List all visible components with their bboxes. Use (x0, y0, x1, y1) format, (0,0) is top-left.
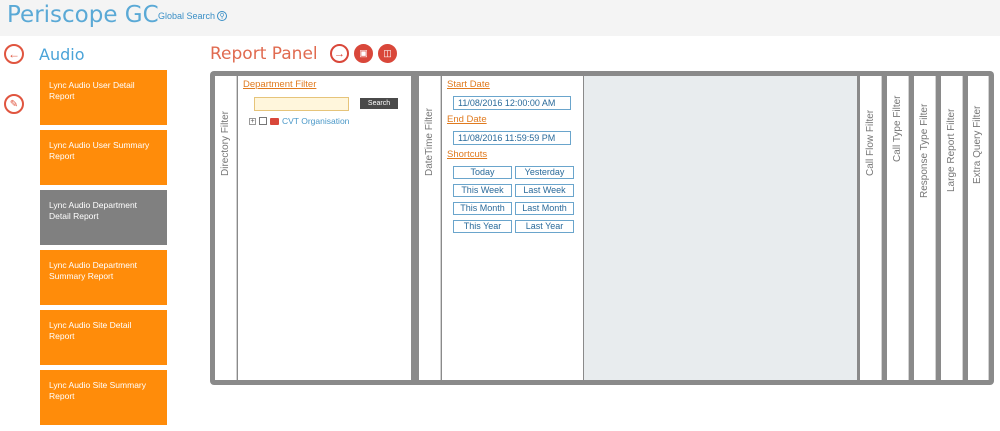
tree-root-label[interactable]: CVT Organisation (282, 116, 349, 126)
shortcut-last-year[interactable]: Last Year (515, 220, 574, 233)
arrow-left-icon: ← (8, 47, 20, 61)
shortcut-last-month[interactable]: Last Month (515, 202, 574, 215)
directory-filter-label: Directory Filter (219, 110, 231, 176)
end-date-label[interactable]: End Date (447, 114, 487, 125)
shortcuts-label: Shortcuts (447, 149, 488, 160)
large-report-filter-label: Large Report Filter (945, 108, 957, 192)
app-title: Periscope GC (7, 2, 159, 28)
report-item-department-summary[interactable]: Lync Audio Department Summary Report (40, 250, 167, 305)
save-icon: ▣ (359, 48, 368, 58)
report-panel: Directory Filter Department Filter Searc… (210, 71, 994, 385)
end-date-field[interactable]: 11/08/2016 11:59:59 PM (453, 131, 571, 145)
shortcut-this-week[interactable]: This Week (453, 184, 512, 197)
start-date-label[interactable]: Start Date (447, 79, 490, 90)
folder-icon (270, 117, 279, 125)
large-report-filter-tab[interactable]: Large Report Filter (941, 76, 963, 380)
report-item-site-summary[interactable]: Lync Audio Site Summary Report (40, 370, 167, 425)
shortcut-yesterday[interactable]: Yesterday (515, 166, 574, 179)
section-title: Audio (39, 45, 85, 64)
top-bar: Periscope GC Global Search ⚲ (0, 0, 1000, 36)
department-search-input[interactable] (254, 97, 349, 111)
call-type-filter-label: Call Type Filter (891, 95, 903, 162)
run-report-button[interactable]: → (330, 44, 349, 63)
department-filter-link[interactable]: Department Filter (243, 79, 316, 90)
directory-filter-tab[interactable]: Directory Filter (215, 76, 237, 380)
call-flow-filter-tab[interactable]: Call Flow Filter (860, 76, 882, 380)
report-item-user-detail[interactable]: Lync Audio User Detail Report (40, 70, 167, 125)
tree-checkbox[interactable] (259, 117, 267, 125)
pencil-icon: ✎ (9, 98, 19, 110)
datetime-filter-label: DateTime Filter (423, 108, 435, 176)
datetime-filter-pane: Start Date 11/08/2016 12:00:00 AM End Da… (442, 76, 583, 380)
report-item-user-summary[interactable]: Lync Audio User Summary Report (40, 130, 167, 185)
main-content-area (584, 76, 857, 380)
export-icon: ◫ (383, 48, 392, 58)
shortcut-this-month[interactable]: This Month (453, 202, 512, 215)
report-list: Lync Audio User Detail Report Lync Audio… (40, 70, 167, 430)
response-type-filter-tab[interactable]: Response Type Filter (914, 76, 936, 380)
global-search-link[interactable]: Global Search ⚲ (158, 11, 228, 21)
call-flow-filter-label: Call Flow Filter (864, 109, 876, 176)
back-button[interactable]: ← (4, 44, 24, 64)
response-type-filter-label: Response Type Filter (918, 103, 930, 198)
save-button[interactable]: ▣ (354, 44, 373, 63)
report-item-department-detail[interactable]: Lync Audio Department Detail Report (40, 190, 167, 245)
expand-icon[interactable]: + (249, 117, 256, 125)
datetime-filter-tab[interactable]: DateTime Filter (419, 76, 441, 380)
department-search-button[interactable]: Search (360, 98, 398, 109)
report-item-site-detail[interactable]: Lync Audio Site Detail Report (40, 310, 167, 365)
directory-filter-pane: Department Filter Search + CVT Organisat… (238, 76, 411, 380)
extra-query-filter-label: Extra Query Filter (972, 105, 983, 184)
search-icon: ⚲ (217, 11, 228, 21)
shortcut-today[interactable]: Today (453, 166, 512, 179)
extra-query-filter-tab[interactable]: Extra Query Filter (968, 76, 989, 380)
call-type-filter-tab[interactable]: Call Type Filter (887, 76, 909, 380)
shortcut-this-year[interactable]: This Year (453, 220, 512, 233)
global-search-label: Global Search (158, 11, 216, 21)
export-button[interactable]: ◫ (378, 44, 397, 63)
start-date-field[interactable]: 11/08/2016 12:00:00 AM (453, 96, 571, 110)
panel-title: Report Panel (210, 44, 318, 64)
shortcut-last-week[interactable]: Last Week (515, 184, 574, 197)
arrow-right-icon: → (334, 47, 345, 60)
tree-root: + CVT Organisation (249, 116, 349, 126)
edit-button[interactable]: ✎ (4, 94, 24, 114)
